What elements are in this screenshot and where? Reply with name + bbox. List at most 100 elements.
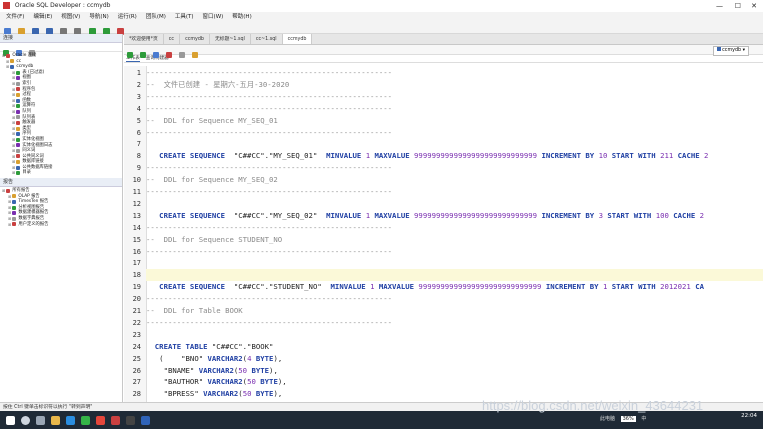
word-icon[interactable] xyxy=(141,415,150,425)
chrome-icon[interactable] xyxy=(96,415,105,425)
clock[interactable]: 22:04 xyxy=(741,413,757,420)
code-token: ), xyxy=(273,353,283,363)
line-number: 12 xyxy=(132,199,141,208)
line-number: 15 xyxy=(132,235,141,244)
menu-item[interactable]: 导航(N) xyxy=(89,12,108,22)
code-line: ----------------------------------------… xyxy=(146,222,392,234)
menu-item[interactable]: 团队(M) xyxy=(146,12,166,22)
code-token: "BPRESS" xyxy=(146,389,204,399)
commit-icon[interactable] xyxy=(153,52,160,58)
line-number: 27 xyxy=(132,378,141,387)
run-statement-icon[interactable] xyxy=(127,52,133,58)
sqldeveloper-icon[interactable] xyxy=(111,415,120,425)
code-token: ), xyxy=(277,377,287,387)
code-token: CACHE xyxy=(677,151,705,161)
expand-icon[interactable]: ⊞ xyxy=(6,64,9,70)
code-token: BYTE xyxy=(255,353,274,363)
line-number: 16 xyxy=(132,247,141,256)
explorer-icon[interactable] xyxy=(51,415,60,425)
task-view-icon[interactable] xyxy=(36,415,45,425)
expand-icon[interactable]: ⊞ xyxy=(8,222,11,228)
code-token: INCREMENT BY xyxy=(545,282,603,292)
rollback-icon[interactable] xyxy=(166,52,173,58)
edge-icon[interactable] xyxy=(66,415,75,425)
wechat-icon[interactable] xyxy=(81,415,90,425)
line-number-gutter: 1 2 3 4 5 6 7 8 9 10 11 12 13 14 15 16 17 18 19 20 21 22 23 24 2… xyxy=(124,66,147,402)
expand-icon[interactable]: ⊞ xyxy=(2,53,5,59)
tree-item[interactable]: ⊞ 用户定义的报告 xyxy=(0,222,122,228)
menu-item[interactable]: 文件(F) xyxy=(6,12,24,22)
code-line: CREATE SEQUENCE "C##CC"."STUDENT_NO" MIN… xyxy=(146,281,704,293)
editor-tab[interactable]: cc xyxy=(164,34,181,44)
clear-icon[interactable] xyxy=(179,52,186,58)
code-token: 50 xyxy=(242,389,256,399)
folder-icon xyxy=(16,98,21,103)
folder-icon xyxy=(16,70,21,75)
folder-icon xyxy=(16,104,21,109)
format-icon[interactable] xyxy=(192,52,199,58)
code-token: -- DDL for Sequence MY_SEQ_01 xyxy=(146,115,278,125)
connection-select[interactable]: ccmydb ▾ xyxy=(713,46,749,56)
close-button[interactable]: ✕ xyxy=(751,0,757,12)
editor-tab[interactable]: ccmydb xyxy=(282,34,313,44)
code-token: VARCHAR2 xyxy=(207,353,243,363)
editor-tab[interactable]: 无标题~1.sql xyxy=(210,34,251,44)
menu-item[interactable]: 帮助(H) xyxy=(232,12,251,22)
code-token: MINVALUE xyxy=(330,282,371,292)
tree-item[interactable]: ⊞ 目录 xyxy=(0,170,122,176)
terminal-icon[interactable] xyxy=(126,415,135,425)
ime-indicator[interactable]: 中 xyxy=(641,416,646,422)
code-token: MINVALUE xyxy=(326,210,366,220)
code-token: CREATE SEQUENCE xyxy=(146,282,234,292)
main-toolbar xyxy=(0,22,763,35)
code-line: -- DDL for Table BOOK xyxy=(146,305,243,317)
code-token: START WITH xyxy=(607,210,656,220)
code-line: ----------------------------------------… xyxy=(146,246,392,258)
menu-item[interactable]: 工具(T) xyxy=(175,12,194,22)
folder-icon xyxy=(16,81,21,86)
folder-icon xyxy=(16,76,21,81)
windows-start-icon[interactable] xyxy=(6,415,15,425)
menu-item[interactable]: 窗口(W) xyxy=(203,12,224,22)
line-number: 24 xyxy=(132,342,141,351)
battery-indicator[interactable]: 36% xyxy=(620,416,636,422)
code-token: ----------------------------------------… xyxy=(146,127,393,137)
folder-icon xyxy=(6,53,11,58)
code-token: ----------------------------------------… xyxy=(146,222,393,232)
code-token: 9999999999999999999999999999 xyxy=(414,210,542,220)
code-token: START WITH xyxy=(611,282,661,292)
editor-tab[interactable]: cc~1.sql xyxy=(251,34,283,44)
menu-item[interactable]: 编辑(E) xyxy=(33,12,52,22)
tray-this-pc[interactable]: 此电脑 xyxy=(600,416,615,422)
code-token: 1 xyxy=(602,282,612,292)
menu-item[interactable]: 运行(R) xyxy=(118,12,137,22)
expand-icon[interactable]: ⊞ xyxy=(2,188,5,194)
system-tray: 此电脑 36% 中 xyxy=(600,415,646,422)
code-token: 2 xyxy=(699,210,705,220)
code-token: INCREMENT BY xyxy=(541,210,599,220)
line-number: 14 xyxy=(132,223,141,232)
code-token: CREATE SEQUENCE xyxy=(146,151,234,161)
code-line: ----------------------------------------… xyxy=(146,127,392,139)
code-token: MAXVALUE xyxy=(374,151,415,161)
search-icon[interactable] xyxy=(21,415,30,425)
run-script-icon[interactable] xyxy=(140,52,147,58)
minimize-button[interactable]: — xyxy=(716,0,723,12)
code-token: 1 xyxy=(370,282,379,292)
editor-tab[interactable]: *欢迎使用*页 xyxy=(124,34,164,44)
folder-icon xyxy=(16,115,21,120)
code-editor[interactable]: 1 2 3 4 5 6 7 8 9 10 11 12 13 14 15 16 17 18 19 20 21 22 23 24 2… xyxy=(124,66,763,402)
menu-item[interactable]: 视图(V) xyxy=(61,12,80,22)
watermark: https://blog.csdn.net/weixin_43644231 xyxy=(482,398,704,413)
editor-panel: *欢迎使用*页 cc ccmydb 无标题~1.sql cc~1.sql ccmydb c… xyxy=(124,34,763,402)
line-number: 13 xyxy=(132,211,141,220)
line-number: 20 xyxy=(132,295,141,304)
line-number: 4 xyxy=(136,104,141,113)
line-number: 5 xyxy=(136,116,141,125)
code-token: ----------------------------------------… xyxy=(146,294,393,304)
editor-tab[interactable]: ccmydb xyxy=(180,34,210,44)
code-line: ----------------------------------------… xyxy=(146,186,392,198)
maximize-button[interactable]: ☐ xyxy=(735,0,741,12)
folder-icon xyxy=(12,205,17,210)
expand-icon[interactable]: ⊞ xyxy=(12,170,15,176)
